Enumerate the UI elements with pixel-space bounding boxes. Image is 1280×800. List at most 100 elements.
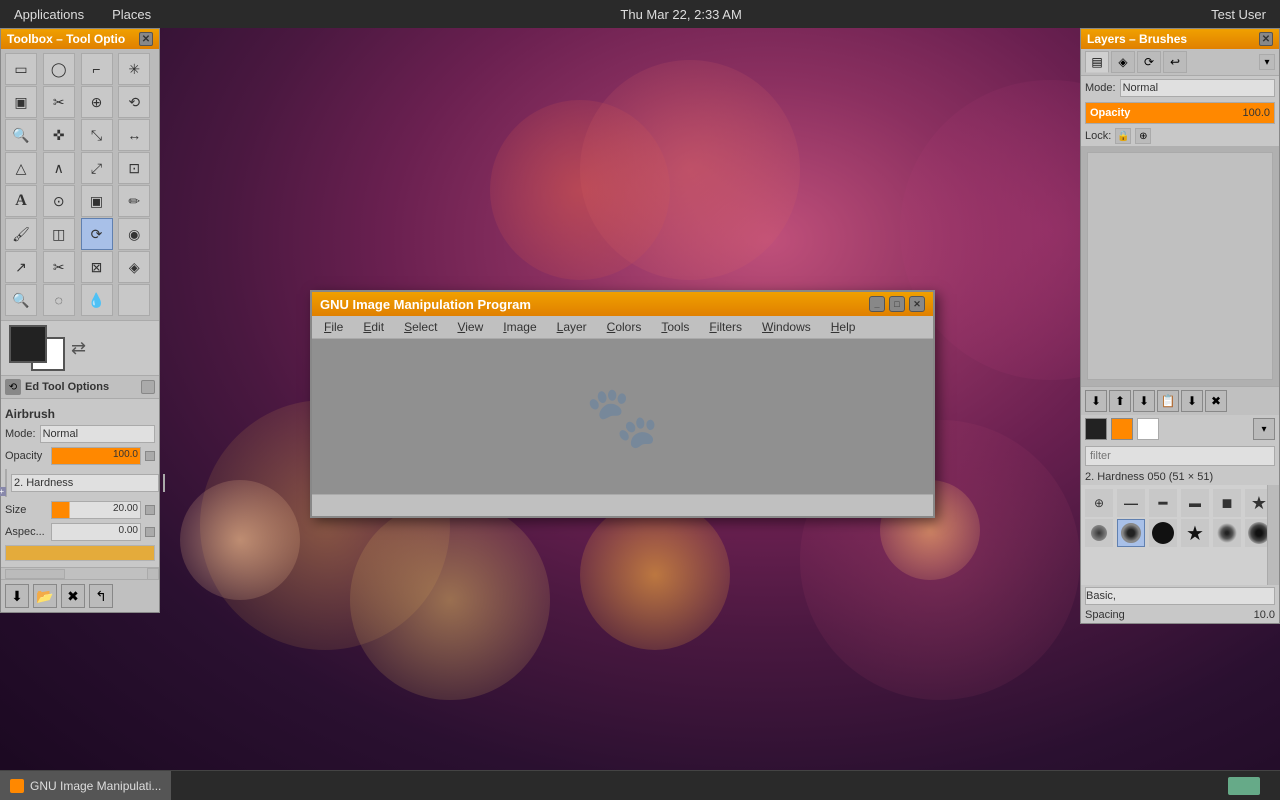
measure-tool[interactable]: ✜ xyxy=(43,119,75,151)
perspective-tool[interactable]: ⤢ xyxy=(81,152,113,184)
layers-tab-layers[interactable]: ▤ xyxy=(1085,51,1109,73)
delete-settings-button[interactable]: ✖ xyxy=(61,584,85,608)
brush-scroll[interactable] xyxy=(163,474,165,492)
gimp-minimize-button[interactable]: _ xyxy=(869,296,885,312)
paintbrush-tool[interactable]: 🖌 xyxy=(5,218,37,250)
rect-select-tool[interactable]: ▭ xyxy=(5,53,37,85)
brush-cell-grunge1[interactable] xyxy=(1213,519,1241,547)
size-pin[interactable] xyxy=(145,505,155,515)
toolbox-close-button[interactable]: ✕ xyxy=(139,32,153,46)
gimp-menu-windows[interactable]: Windows xyxy=(754,318,819,336)
restore-defaults-button[interactable]: ⬇ xyxy=(5,584,29,608)
layers-menu-button[interactable]: ▾ xyxy=(1259,54,1275,70)
brush-preview[interactable]: + xyxy=(5,469,7,497)
opacity-pin[interactable] xyxy=(145,451,155,461)
raise-layer-button[interactable]: ⬆ xyxy=(1109,390,1131,412)
shear-tool[interactable]: ∧ xyxy=(43,152,75,184)
free-transform-tool[interactable]: △ xyxy=(5,152,37,184)
fg-color-swatch[interactable] xyxy=(9,325,47,363)
foreground-select-tool[interactable]: ⊕ xyxy=(81,86,113,118)
align-tool[interactable]: ↔ xyxy=(118,119,150,151)
tool-options-pin[interactable] xyxy=(141,380,155,394)
brush-cell-line5[interactable]: ■ xyxy=(1213,489,1241,517)
dodge-burn-tool[interactable]: ◈ xyxy=(118,251,150,283)
duplicate-layer-button[interactable]: 📋 xyxy=(1157,390,1179,412)
brush-cell-star2[interactable]: ★ xyxy=(1181,519,1209,547)
mode-select[interactable]: Normal Dissolve Multiply xyxy=(40,425,155,443)
clone-tool[interactable]: ✂ xyxy=(43,251,75,283)
color-picker-tool[interactable]: 🔍 xyxy=(5,284,37,316)
brush-cell-line3[interactable]: ━ xyxy=(1149,489,1177,517)
ellipse-select-tool[interactable]: ◯ xyxy=(43,53,75,85)
lock-pixels-button[interactable]: 🔒 xyxy=(1115,128,1131,144)
gimp-menu-view[interactable]: View xyxy=(449,318,491,336)
layers-tab-paths[interactable]: ⟳ xyxy=(1137,51,1161,73)
heal-tool[interactable]: ↗ xyxy=(5,251,37,283)
gimp-menu-layer[interactable]: Layer xyxy=(549,318,595,336)
brush-cell-round1[interactable] xyxy=(1149,519,1177,547)
rotate-tool[interactable]: ⟲ xyxy=(118,86,150,118)
brush-cell-soft1[interactable] xyxy=(1085,519,1113,547)
layers-close-button[interactable]: ✕ xyxy=(1259,32,1273,46)
flip-tool[interactable]: ⊡ xyxy=(118,152,150,184)
color-menu-button[interactable]: ▾ xyxy=(1253,418,1275,440)
scroll-thumb[interactable] xyxy=(5,569,65,579)
brush-filter-input[interactable] xyxy=(1085,446,1275,466)
brush-name-input[interactable] xyxy=(11,474,159,492)
applications-menu[interactable]: Applications xyxy=(0,3,98,26)
gimp-menu-image[interactable]: Image xyxy=(495,318,544,336)
brush-category-select[interactable]: Basic, Advanced All xyxy=(1085,587,1275,605)
places-menu[interactable]: Places xyxy=(98,3,165,26)
free-select-tool[interactable]: ⌐ xyxy=(81,53,113,85)
anchor-layer-button[interactable]: ⬇ xyxy=(1181,390,1203,412)
gimp-menu-edit[interactable]: Edit xyxy=(355,318,392,336)
lock-alpha-button[interactable]: ⊕ xyxy=(1135,128,1151,144)
brush-cell-line4[interactable]: ▬ xyxy=(1181,489,1209,517)
brush-cell-line2[interactable]: — xyxy=(1117,489,1145,517)
gimp-menu-file[interactable]: File xyxy=(316,318,351,336)
ink-tool[interactable]: ◉ xyxy=(118,218,150,250)
tool-options-scrollbar[interactable] xyxy=(1,567,159,579)
smudge-tool[interactable]: ⊠ xyxy=(81,251,113,283)
fuzzy-select-tool[interactable]: ✳ xyxy=(118,53,150,85)
fg-color-button[interactable] xyxy=(1085,418,1107,440)
move-tool[interactable]: ⤡ xyxy=(81,119,113,151)
warp-tool[interactable]: ◌ xyxy=(43,284,75,316)
brush-cell-line1[interactable]: ⊕ xyxy=(1085,489,1113,517)
pencil-tool[interactable]: ✏ xyxy=(118,185,150,217)
new-layer-group-button[interactable]: ⬇ xyxy=(1085,390,1107,412)
dodge-tool[interactable]: 💧 xyxy=(81,284,113,316)
reset-button[interactable]: ↰ xyxy=(89,584,113,608)
aspect-pin[interactable] xyxy=(145,527,155,537)
scissors-tool[interactable]: ✂ xyxy=(43,86,75,118)
by-color-tool[interactable]: ▣ xyxy=(5,86,37,118)
gimp-menu-tools[interactable]: Tools xyxy=(653,318,697,336)
bg-color-button[interactable] xyxy=(1111,418,1133,440)
brush-cell-soft2[interactable] xyxy=(1117,519,1145,547)
save-settings-button[interactable]: 📂 xyxy=(33,584,57,608)
aspect-bar[interactable]: 0.00 xyxy=(51,523,141,541)
opacity-bar[interactable]: 100.0 xyxy=(51,447,141,465)
gimp-menu-select[interactable]: Select xyxy=(396,318,445,336)
airbrush-tool[interactable]: ⟳ xyxy=(81,218,113,250)
layers-tab-channels[interactable]: ◈ xyxy=(1111,51,1135,73)
scroll-right-btn[interactable] xyxy=(147,568,159,580)
gimp-menu-help[interactable]: Help xyxy=(823,318,864,336)
taskbar-gimp-item[interactable]: GNU Image Manipulati... xyxy=(0,771,171,800)
extra-option-bar[interactable] xyxy=(5,545,155,561)
toolbox-titlebar[interactable]: Toolbox – Tool Optio ✕ xyxy=(1,29,159,49)
text-tool[interactable]: A xyxy=(5,185,37,217)
zoom-tool[interactable]: 🔍 xyxy=(5,119,37,151)
gimp-close-button[interactable]: ✕ xyxy=(909,296,925,312)
gimp-menu-colors[interactable]: Colors xyxy=(599,318,650,336)
delete-layer-button[interactable]: ✖ xyxy=(1205,390,1227,412)
size-bar[interactable]: 20.00 xyxy=(51,501,141,519)
eraser-tool[interactable]: ◫ xyxy=(43,218,75,250)
gimp-menu-filters[interactable]: Filters xyxy=(701,318,750,336)
white-color-button[interactable] xyxy=(1137,418,1159,440)
layers-opacity-bar[interactable]: Opacity 100.0 xyxy=(1085,102,1275,124)
blend-tool[interactable]: ▣ xyxy=(81,185,113,217)
layers-mode-select[interactable]: Normal Dissolve xyxy=(1120,79,1275,97)
bucket-fill-tool[interactable]: ⊙ xyxy=(43,185,75,217)
lower-layer-button[interactable]: ⬇ xyxy=(1133,390,1155,412)
